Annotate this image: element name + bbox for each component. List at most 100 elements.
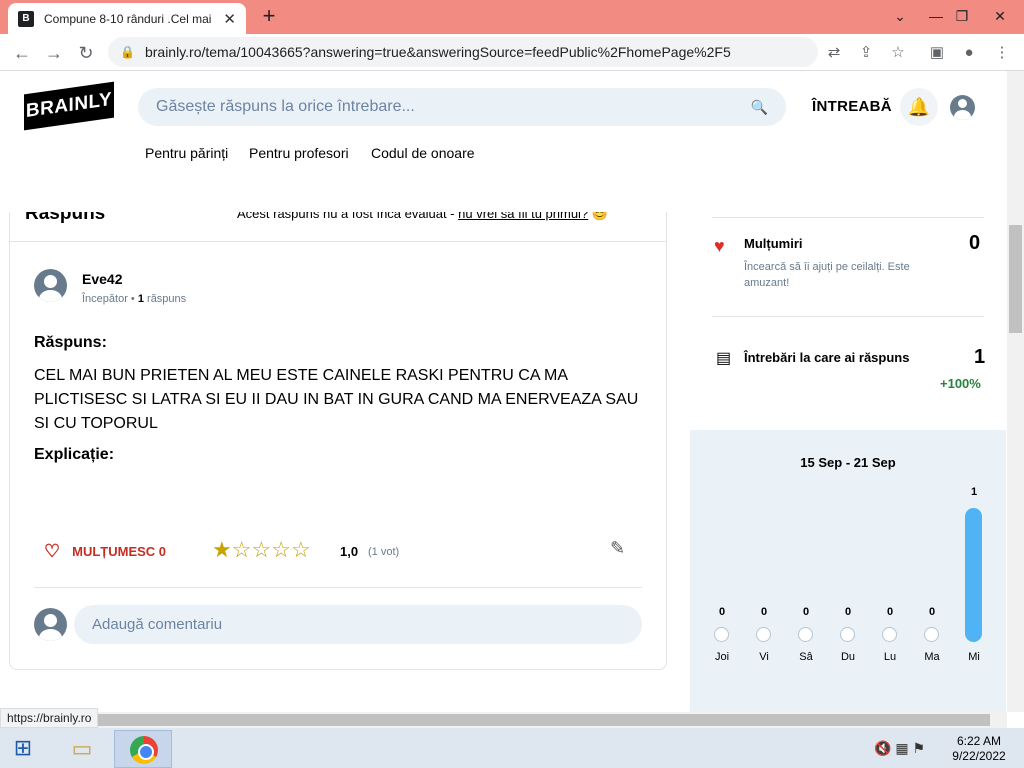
day-count-Mi: 1	[970, 486, 978, 498]
vertical-scrollbar[interactable]	[1007, 71, 1024, 712]
weekly-activity-chart	[690, 430, 1006, 712]
browser-tab[interactable]: B Compune 8-10 rânduri .Cel mai b ✕	[8, 3, 246, 34]
day-label: Vi	[759, 651, 769, 663]
link-parents[interactable]: Pentru părinți	[145, 145, 228, 161]
clock-time: 6:22 AM	[956, 734, 1002, 748]
search-placeholder: Găsește răspuns la orice întrebare...	[156, 98, 415, 115]
chrome-taskbar-button[interactable]	[114, 730, 172, 768]
brainly-logo[interactable]: BRAINLY	[24, 81, 114, 131]
answer-card-header: Răspuns Acest răspuns nu a fost încă eva…	[9, 212, 667, 242]
day-bar-Mi	[965, 508, 982, 642]
day-empty-marker	[756, 627, 771, 642]
lock-icon: 🔒	[120, 45, 135, 59]
bookmark-star-icon[interactable]: ☆	[884, 39, 912, 67]
heart-outline-icon: ♡	[44, 541, 61, 561]
star-rating[interactable]: ★☆☆☆☆	[212, 537, 311, 563]
url-input[interactable]: 🔒 brainly.ro/tema/10043665?answering=tru…	[108, 37, 818, 67]
profile-icon[interactable]: ●	[955, 39, 983, 67]
thanks-stat-description: Încearcă să îi ajuți pe ceilalți. Este a…	[744, 261, 910, 289]
system-tray-icons[interactable]: 🔇 ▦ ⚑	[874, 740, 925, 757]
user-avatar[interactable]	[950, 95, 975, 120]
vote-count: (1 vot)	[368, 546, 400, 558]
answered-stat-delta: +100%	[940, 376, 981, 391]
answered-stat-title: Întrebări la care ai răspuns	[744, 350, 910, 365]
thanks-label: MULȚUMESC 0	[72, 544, 167, 559]
clock-date: 9/22/2022	[952, 749, 1006, 763]
new-tab-button[interactable]: +	[256, 4, 282, 30]
answers-document-icon: ▤	[716, 350, 732, 367]
rate-first-link[interactable]: nu vrei să fii tu primul?	[458, 212, 588, 221]
rating-value: 1,0	[340, 544, 359, 559]
answered-stat-value: 1	[974, 346, 986, 368]
day-empty-marker	[924, 627, 939, 642]
week-range: 15 Sep - 21 Sep	[800, 455, 896, 470]
link-honor-code[interactable]: Codul de onoare	[371, 145, 475, 161]
file-explorer-icon[interactable]: ▭	[60, 732, 104, 766]
windows-start-icon[interactable]: ⊞	[8, 734, 38, 762]
status-bar-url: https://brainly.ro	[0, 708, 99, 728]
back-arrow-icon[interactable]: ←	[8, 39, 36, 67]
search-input[interactable]: Găsește răspuns la orice întrebare... 🔍	[138, 88, 786, 126]
star-empty-icon[interactable]: ☆	[232, 537, 252, 562]
tab-title: Compune 8-10 rânduri .Cel mai b	[44, 11, 216, 26]
close-tab-icon[interactable]: ✕	[223, 10, 236, 28]
answer-text: CEL MAI BUN PRIETEN AL MEU ESTE CAINELE …	[34, 367, 639, 432]
day-label: Du	[840, 651, 856, 663]
author-rank-label: Începător	[82, 293, 128, 305]
day-empty-marker	[714, 627, 729, 642]
translate-icon[interactable]: ⇄	[820, 39, 848, 67]
tab-search-chevron-icon[interactable]: ⌄	[884, 2, 916, 30]
side-panel-icon[interactable]: ▣	[923, 39, 951, 67]
edit-pencil-icon[interactable]: ✎	[610, 538, 625, 559]
notifications-bell-icon[interactable]: 🔔	[900, 88, 938, 126]
star-filled-icon[interactable]: ★	[212, 537, 232, 562]
restore-button[interactable]: ❐	[946, 2, 978, 30]
close-window-button[interactable]: ✕	[984, 2, 1016, 30]
author-answer-label: răspuns	[147, 293, 187, 305]
star-empty-icon[interactable]: ☆	[251, 537, 271, 562]
explanation-heading: Explicație:	[34, 446, 115, 463]
thanks-stat-value: 0	[969, 232, 981, 254]
day-count-Joi: 0	[718, 606, 726, 618]
day-empty-marker	[798, 627, 813, 642]
brainly-favicon: B	[18, 10, 34, 27]
author-answer-count: 1	[137, 293, 144, 305]
star-empty-icon[interactable]: ☆	[271, 537, 291, 562]
share-icon[interactable]: ⇪	[852, 39, 880, 67]
day-count-Du: 0	[844, 606, 852, 618]
day-label: Sâ	[799, 651, 813, 663]
author-avatar[interactable]	[34, 269, 67, 302]
ask-question-button[interactable]: ÎNTREABĂ	[812, 98, 892, 115]
thanks-stat-title: Mulțumiri	[744, 236, 803, 251]
menu-kebab-icon[interactable]: ⋮	[988, 39, 1016, 67]
address-bar-row: ← → ↻ 🔒 brainly.ro/tema/10043665?answeri…	[0, 34, 1024, 71]
url-text: brainly.ro/tema/10043665?answering=true&…	[144, 44, 731, 60]
divider	[34, 587, 642, 588]
day-count-Lu: 0	[886, 606, 894, 618]
divider	[712, 316, 984, 317]
day-label: Ma	[924, 651, 940, 663]
day-count-Ma: 0	[928, 606, 936, 618]
day-empty-marker	[840, 627, 855, 642]
comment-input[interactable]: Adaugă comentariu	[74, 605, 642, 644]
divider	[10, 241, 666, 242]
horizontal-scrollbar-thumb[interactable]	[96, 714, 990, 726]
day-empty-marker	[882, 627, 897, 642]
answer-heading: Răspuns:	[34, 334, 107, 351]
search-icon[interactable]: 🔍	[751, 99, 768, 116]
author-name[interactable]: Eve42	[82, 271, 122, 287]
heart-icon: ♥	[714, 236, 725, 256]
chrome-icon	[130, 736, 158, 764]
day-count-Sâ: 0	[802, 606, 810, 618]
day-label: Lu	[883, 651, 897, 663]
star-empty-icon[interactable]: ☆	[291, 537, 311, 562]
vertical-scrollbar-thumb[interactable]	[1009, 225, 1022, 333]
thanks-button[interactable]: ♡ MULȚUMESC 0	[44, 541, 166, 562]
day-label: Mi	[968, 651, 980, 663]
link-teachers[interactable]: Pentru profesori	[249, 145, 349, 161]
forward-arrow-icon[interactable]: →	[40, 39, 68, 67]
day-label: Joi	[714, 651, 730, 663]
day-count-Vi: 0	[760, 606, 768, 618]
reload-icon[interactable]: ↻	[72, 39, 100, 67]
taskbar-clock[interactable]: 6:22 AM 9/22/2022	[948, 734, 1010, 764]
